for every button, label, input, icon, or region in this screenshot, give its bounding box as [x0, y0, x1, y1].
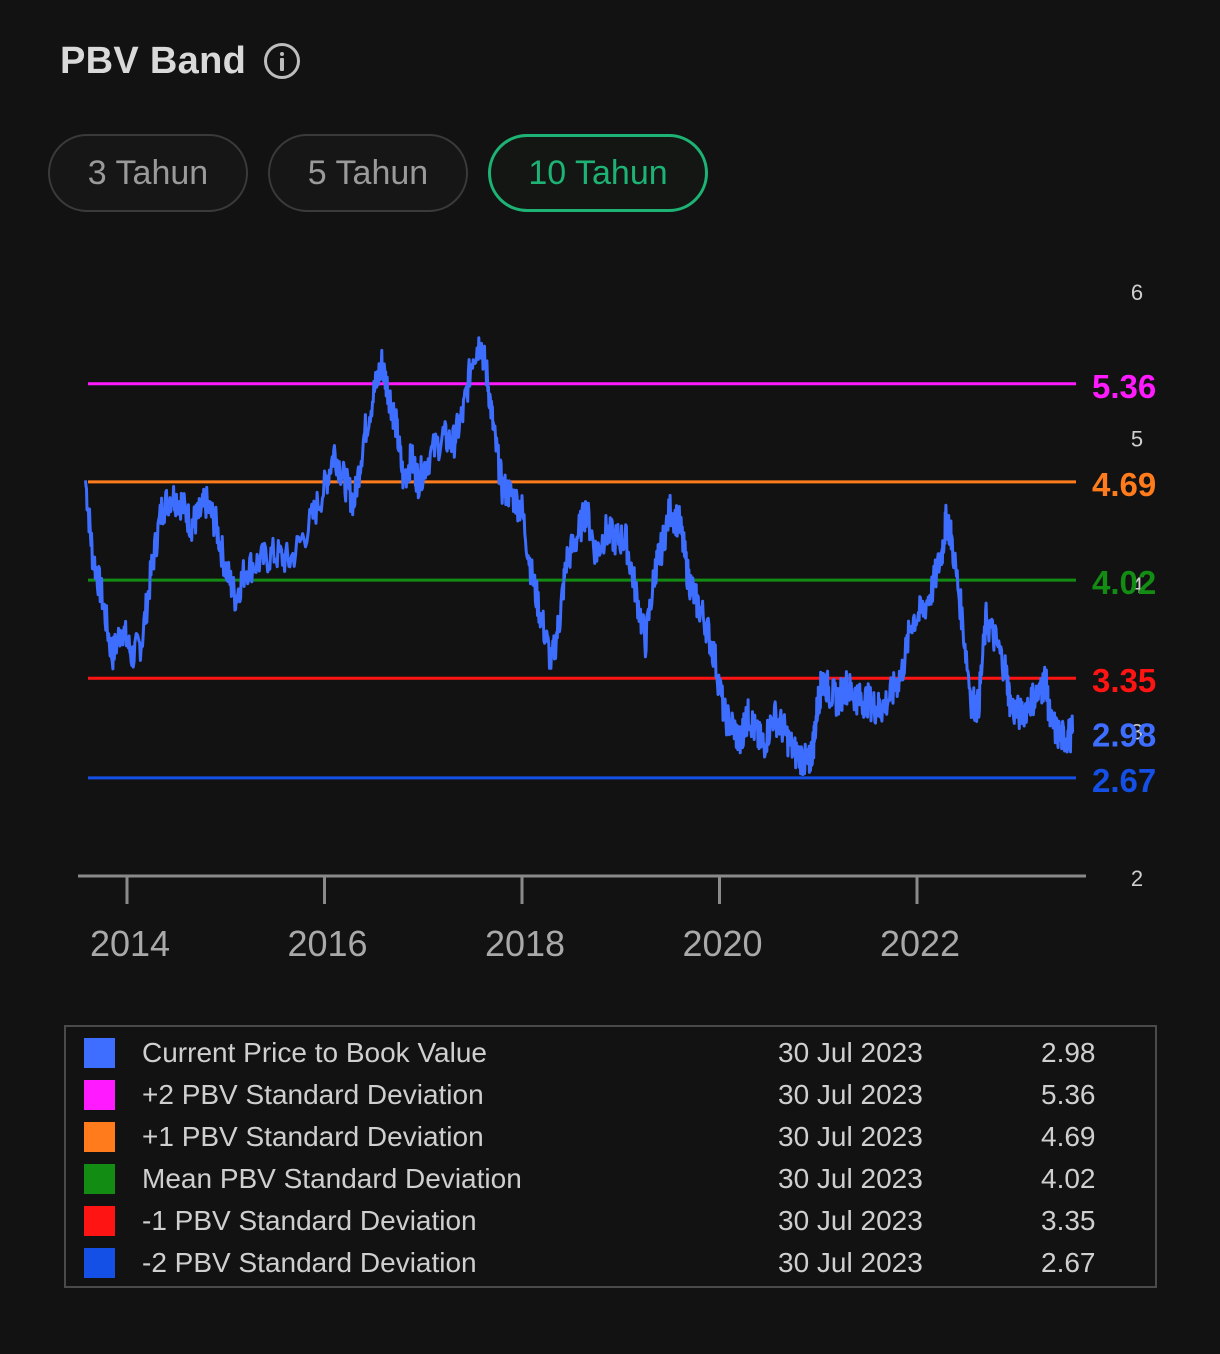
y-tick-label-2: 2: [1131, 866, 1143, 891]
legend-row: Mean PBV Standard Deviation 30 Jul 2023 …: [66, 1158, 1155, 1200]
series-line-pbv: [84, 336, 1075, 777]
legend-row: -1 PBV Standard Deviation 30 Jul 2023 3.…: [66, 1200, 1155, 1242]
x-tick-label-2014: 2014: [90, 923, 170, 964]
legend-value: 2.67: [1041, 1247, 1096, 1278]
pbv-band-chart: 2014 2016 2018 2020 2022234565.364.694.023.3…: [78, 280, 1156, 964]
current-value-label: 2.98: [1092, 716, 1156, 753]
legend-value: 3.35: [1041, 1205, 1096, 1236]
legend-label: -1 PBV Standard Deviation: [142, 1205, 477, 1236]
legend-swatch: [84, 1164, 115, 1194]
legend-date: 30 Jul 2023: [778, 1247, 923, 1278]
legend-swatch: [84, 1206, 115, 1236]
legend-swatch: [84, 1038, 115, 1068]
legend-swatch: [84, 1080, 115, 1110]
x-tick-label-2022: 2022: [880, 923, 960, 964]
legend-label: Mean PBV Standard Deviation: [142, 1163, 522, 1194]
band-label-0: 5.36: [1092, 368, 1156, 405]
x-tick-label-2020: 2020: [682, 923, 762, 964]
legend-row: +2 PBV Standard Deviation 30 Jul 2023 5.…: [66, 1074, 1155, 1116]
legend-date: 30 Jul 2023: [778, 1163, 923, 1194]
band-label-2: 4.02: [1092, 564, 1156, 601]
legend-value: 4.69: [1041, 1121, 1096, 1152]
legend-row: +1 PBV Standard Deviation 30 Jul 2023 4.…: [66, 1116, 1155, 1158]
legend-label: -2 PBV Standard Deviation: [142, 1247, 477, 1278]
x-tick-label-2018: 2018: [485, 923, 565, 964]
legend-swatch: [84, 1122, 115, 1152]
band-label-3: 3.35: [1092, 662, 1156, 699]
band-label-1: 4.69: [1092, 466, 1156, 503]
legend-value: 2.98: [1041, 1037, 1096, 1068]
band-label-4: 2.67: [1092, 762, 1156, 799]
legend-label: +1 PBV Standard Deviation: [142, 1121, 484, 1152]
legend-date: 30 Jul 2023: [778, 1037, 923, 1068]
legend-value: 5.36: [1041, 1079, 1096, 1110]
y-tick-label-5: 5: [1131, 427, 1143, 452]
legend-date: 30 Jul 2023: [778, 1121, 923, 1152]
legend-row: -2 PBV Standard Deviation 30 Jul 2023 2.…: [66, 1242, 1155, 1284]
legend-swatch: [84, 1248, 115, 1278]
legend-date: 30 Jul 2023: [778, 1205, 923, 1236]
legend-value: 4.02: [1041, 1163, 1096, 1194]
y-tick-label-6: 6: [1131, 280, 1143, 305]
legend-label: +2 PBV Standard Deviation: [142, 1079, 484, 1110]
legend-row: Current Price to Book Value 30 Jul 2023 …: [66, 1032, 1155, 1074]
legend-date: 30 Jul 2023: [778, 1079, 923, 1110]
legend-table: Current Price to Book Value 30 Jul 2023 …: [64, 1025, 1157, 1288]
legend-label: Current Price to Book Value: [142, 1037, 487, 1068]
x-tick-label-2016: 2016: [287, 923, 367, 964]
